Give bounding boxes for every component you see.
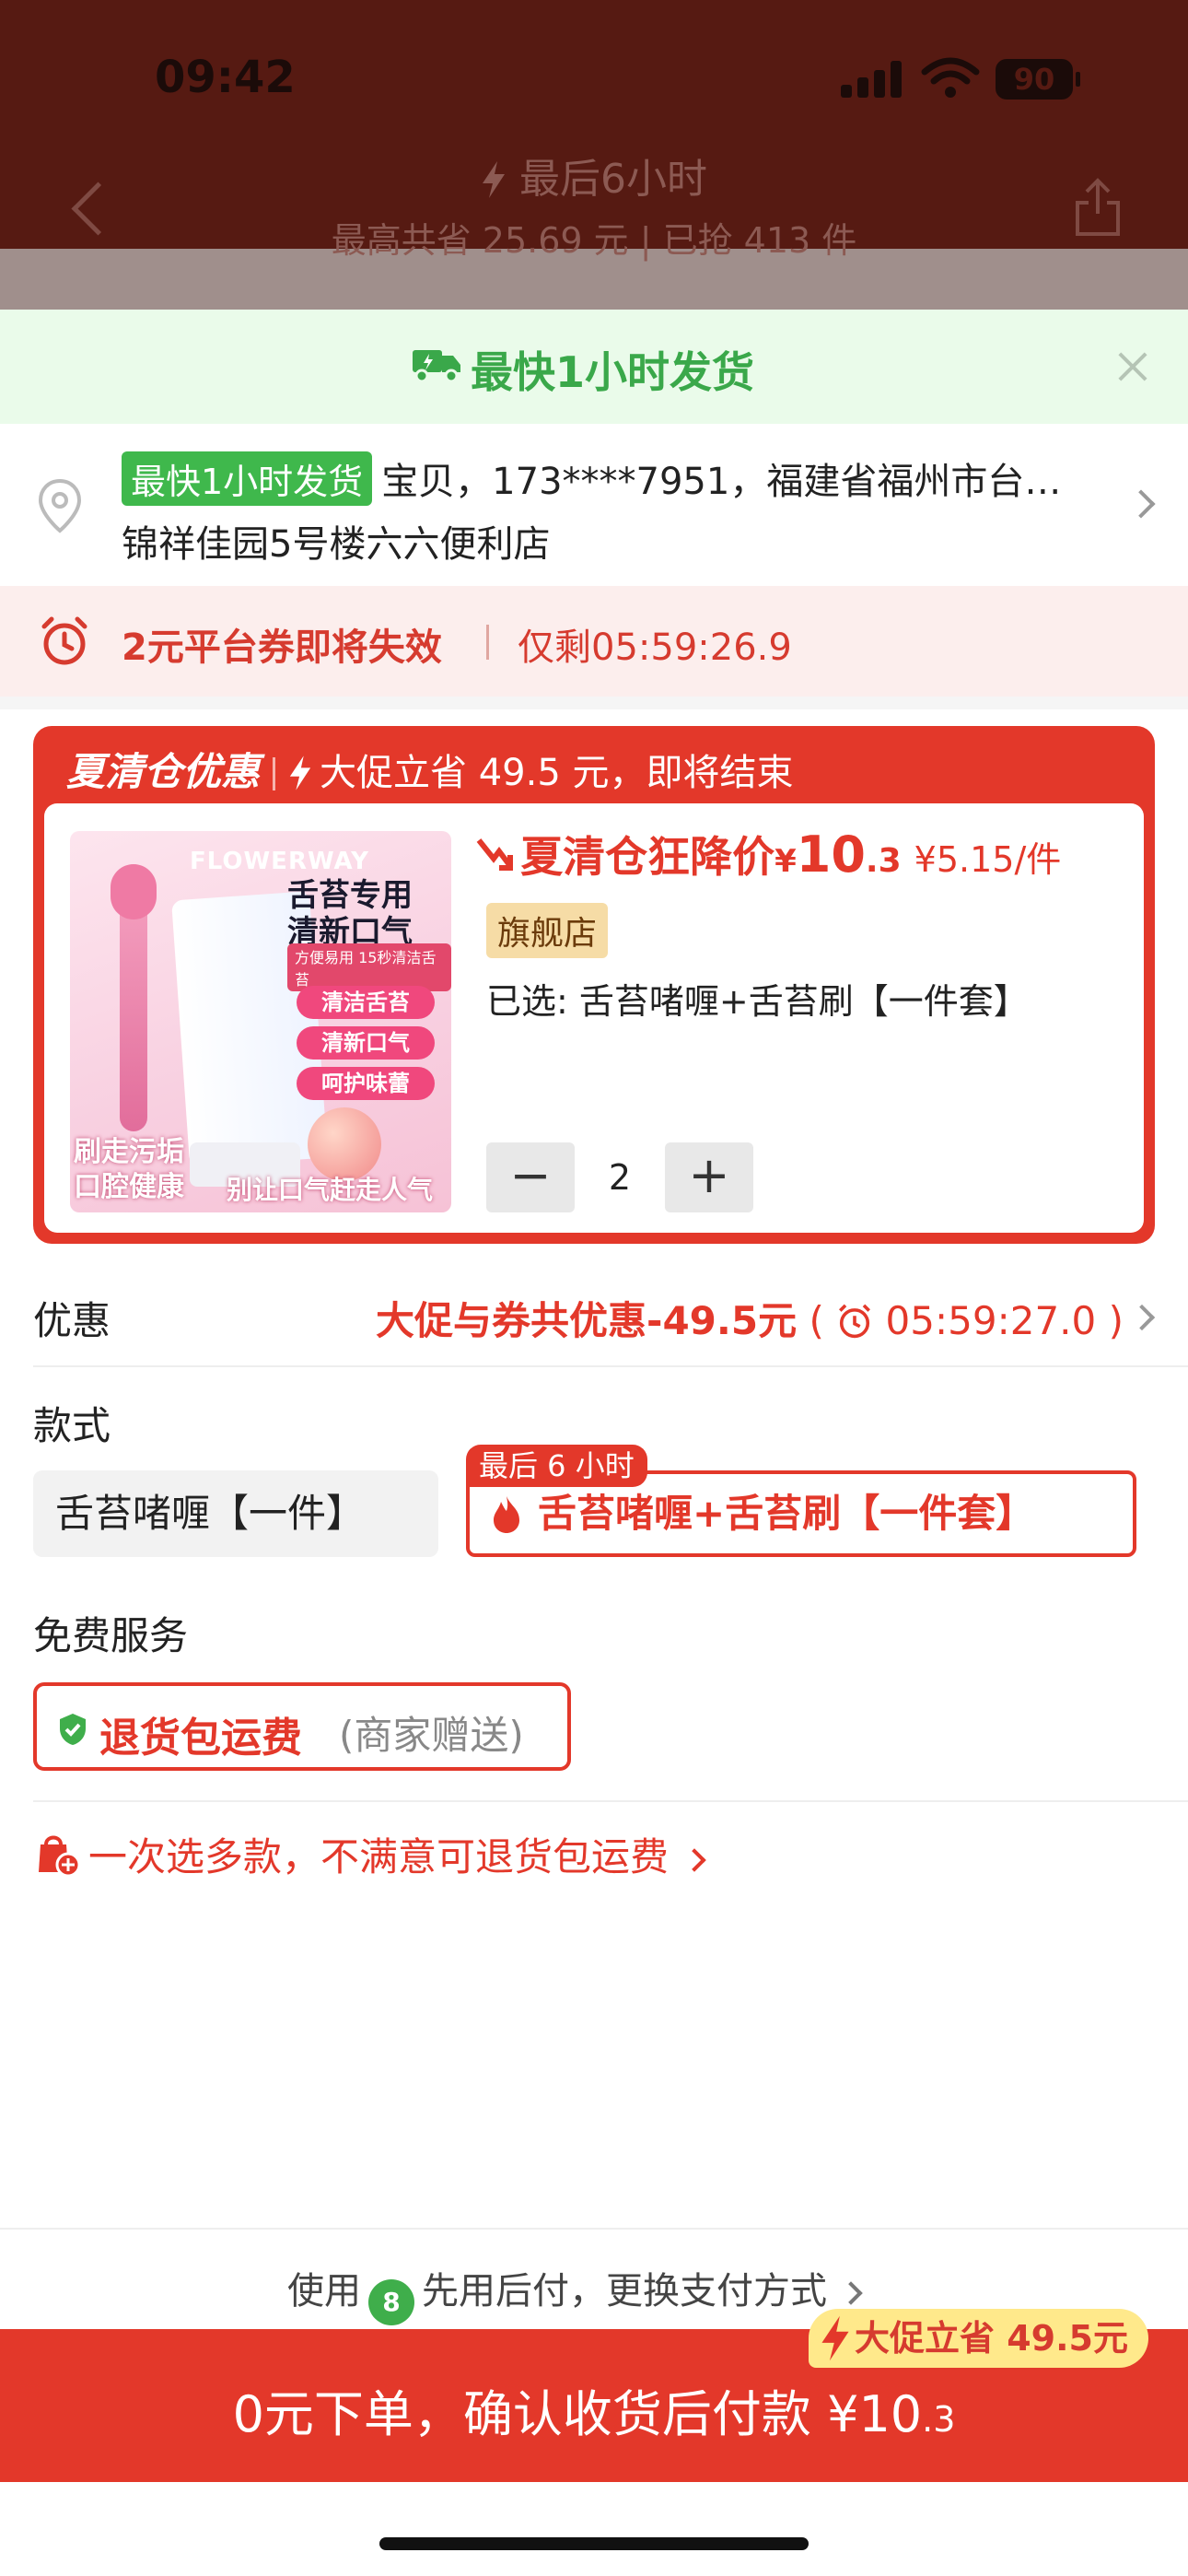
address-line-2: 锦祥佳园5号楼六六便利店 [122, 523, 551, 566]
chevron-right-icon [838, 2281, 863, 2305]
lightning-icon [821, 2315, 849, 2361]
promo-savings-text: 大促立省 49.5元 [855, 2318, 1128, 2359]
header-title: 最后6小时 [0, 146, 1188, 205]
cellular-signal-icon [841, 61, 905, 98]
header-subtitle: 最高共省 25.69 元 | 已抢 413 件 [331, 220, 857, 261]
style-option-gel[interactable]: 舌苔啫喱【一件】 [33, 1470, 438, 1557]
flame-icon [494, 1496, 519, 1533]
status-time: 09:42 [155, 52, 296, 103]
place-order-main: 0元下单，确认收货后付款 ¥10 [232, 2385, 923, 2443]
discount-value: 大促与券共优惠-49.5元 ( 05:59:27.0 ) [376, 1290, 1124, 1346]
discount-row[interactable]: 优惠 大促与券共优惠-49.5元 ( 05:59:27.0 ) [0, 1244, 1188, 1376]
place-order-label: 0元下单，确认收货后付款 ¥10.3 [0, 2373, 1188, 2446]
lightning-icon [289, 755, 311, 790]
product-pill: 清新口气 [297, 1026, 435, 1060]
promo-header: 夏清仓优惠 大促立省 49.5 元，即将结束 [66, 741, 794, 797]
decrease-quantity-button[interactable]: − [486, 1142, 575, 1212]
pay-later-prefix: 使用 [287, 2270, 361, 2313]
product-pill: 呵护味蕾 [297, 1067, 435, 1100]
product-image[interactable]: FLOWERWAY 舌苔专用 清新口气 方便易用 15秒清洁舌苔 清洁舌苔 清新… [70, 831, 451, 1212]
price-decimal: .3 [865, 842, 902, 880]
location-pin-icon [38, 478, 82, 533]
header-title-text: 最后6小时 [519, 156, 707, 203]
quantity-value[interactable]: 2 [575, 1142, 665, 1212]
quantity-stepper: − 2 + [486, 1142, 753, 1212]
shipping-banner-text: 最快1小时发货 [470, 347, 754, 397]
selected-variant: 已选: 舌苔啫喱+舌苔刷【一件套】 [486, 981, 1029, 1022]
coupon-expiry-bar: 2元平台券即将失效 仅剩05:59:26.9 [0, 586, 1188, 697]
multi-select-text: 一次选多款，不满意可退货包运费 [88, 1834, 670, 1879]
address-line-1: 最快1小时发货 宝贝，173****7951，福建省福州市台… [122, 451, 1061, 506]
product-subtag: 方便易用 15秒清洁舌苔 [287, 943, 451, 991]
price-integer: 10 [796, 825, 866, 884]
unit-price: ¥5.15/件 [914, 839, 1062, 880]
price-label: 夏清仓狂降价 [520, 832, 775, 882]
discount-timer: 05:59:27.0 [885, 1298, 1097, 1343]
fast-shipping-tag: 最快1小时发货 [122, 451, 373, 506]
price-drop-arrow-icon [476, 838, 513, 871]
product-pill: 清洁舌苔 [297, 986, 435, 1019]
product-overlay-right: 别让口气赶走人气 [227, 1175, 434, 1205]
shopping-bag-icon [39, 1835, 81, 1878]
battery-icon: 90 [996, 59, 1080, 100]
place-order-decimal: .3 [922, 2399, 956, 2440]
lightning-icon [483, 161, 505, 198]
address-recipient: 宝贝，173****7951，福建省福州市台… [381, 461, 1062, 503]
divider [486, 625, 489, 660]
style-label: 款式 [33, 1403, 111, 1448]
toothbrush-head-graphic [111, 864, 157, 919]
free-return-shipping-chip[interactable]: 退货包运费 (商家赠送) [33, 1682, 571, 1771]
style-option-set-label: 舌苔啫喱+舌苔刷【一件套】 [538, 1491, 1035, 1536]
coupon-expiry-text: 2元平台券即将失效 [122, 626, 442, 669]
close-icon[interactable] [1114, 348, 1151, 385]
shipping-banner: 最快1小时发货 [0, 310, 1188, 424]
pay-later-badge-icon: 8 [368, 2279, 414, 2325]
price-currency: ¥ [775, 843, 797, 880]
discount-close-paren: ) [1108, 1298, 1124, 1343]
free-return-shipping-text: 退货包运费 [99, 1715, 302, 1762]
home-indicator [379, 2537, 809, 2550]
free-return-shipping-note: (商家赠送) [339, 1713, 524, 1758]
alarm-clock-icon [839, 1304, 871, 1339]
wifi-icon [921, 57, 980, 98]
chevron-right-icon [1126, 489, 1156, 519]
discount-open-paren: ( [809, 1298, 824, 1343]
chevron-right-icon [1128, 1304, 1156, 1331]
product-headline: 舌苔专用 清新口气 [287, 877, 413, 951]
coupon-countdown: 仅剩05:59:26.9 [518, 626, 792, 669]
section-gap [0, 697, 1188, 709]
promo-subtitle: 大促立省 49.5 元，即将结束 [320, 752, 794, 794]
product-brand: FLOWERWAY [190, 848, 369, 875]
free-service-label: 免费服务 [33, 1613, 189, 1658]
address-row[interactable]: 最快1小时发货 宝贝，173****7951，福建省福州市台… 锦祥佳园5号楼六六… [0, 424, 1188, 586]
flagship-store-tag: 旗舰店 [486, 903, 609, 958]
pay-later-label: 先用后付，更换支付方式 [422, 2270, 827, 2313]
promo-title: 夏清仓优惠 [66, 749, 261, 794]
promo-savings-badge: 大促立省 49.5元 [809, 2309, 1148, 2368]
product-card: FLOWERWAY 舌苔专用 清新口气 方便易用 15秒清洁舌苔 清洁舌苔 清新… [44, 803, 1144, 1233]
discount-amount: 大促与券共优惠-49.5元 [376, 1298, 798, 1343]
product-overlay-left: 刷走污垢 口腔健康 [74, 1136, 184, 1203]
divider [273, 757, 276, 790]
chevron-right-icon [682, 1848, 707, 1872]
multi-select-row[interactable]: 一次选多款，不满意可退货包运费 [33, 1826, 707, 1882]
pay-later-text: 使用 8 先用后付，更换支付方式 [287, 2261, 863, 2325]
last-hours-badge: 最后 6 小时 [466, 1445, 647, 1487]
alarm-clock-icon [41, 616, 87, 665]
shield-check-icon [60, 1714, 86, 1745]
share-icon[interactable] [1070, 175, 1125, 240]
price-line: 夏清仓狂降价¥10.3 ¥5.15/件 [475, 824, 1061, 884]
divider [33, 1800, 1188, 1802]
increase-quantity-button[interactable]: + [665, 1142, 753, 1212]
promo-card: 夏清仓优惠 大促立省 49.5 元，即将结束 FLOWERWAY 舌苔专用 清新口… [33, 726, 1155, 1244]
discount-label: 优惠 [33, 1298, 111, 1343]
divider [33, 1365, 1188, 1367]
dimmed-product-header: 09:42 90 最后6小时 最高共省 25.69 元 | 已抢 413 件 [0, 0, 1188, 310]
